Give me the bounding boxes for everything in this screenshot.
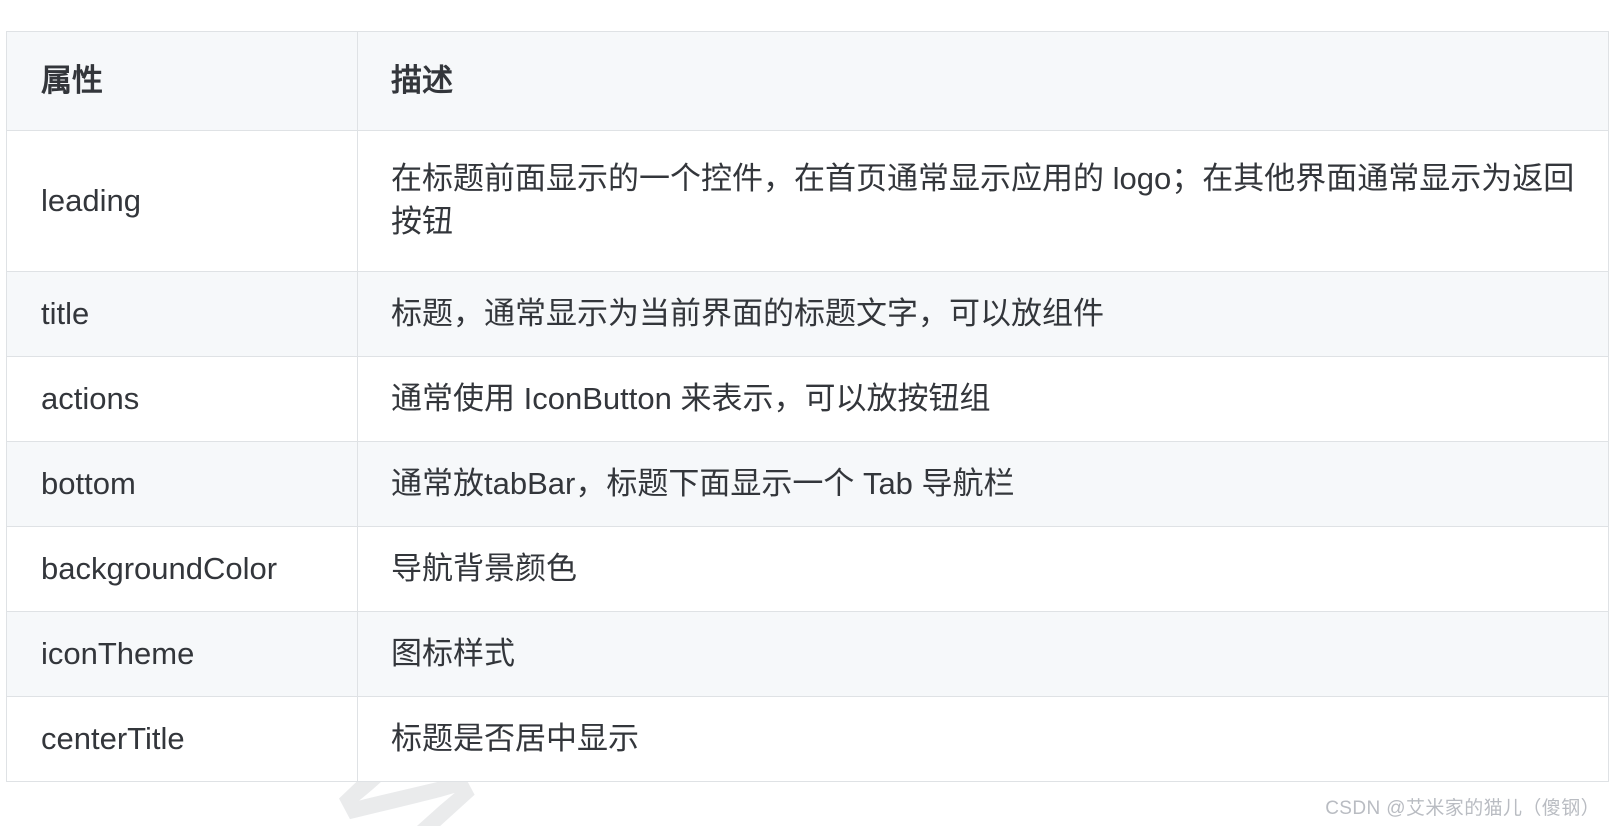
cell-description: 通常使用 IconButton 来表示，可以放按钮组 <box>357 356 1609 442</box>
cell-description: 导航背景颜色 <box>357 526 1609 612</box>
table-header: 属性 描述 <box>6 31 1609 131</box>
cell-attribute: title <box>6 271 358 357</box>
cell-attribute: centerTitle <box>6 696 358 782</box>
table-row: actions 通常使用 IconButton 来表示，可以放按钮组 <box>6 356 1609 442</box>
cell-description: 标题是否居中显示 <box>357 696 1609 782</box>
table-row: backgroundColor 导航背景颜色 <box>6 526 1609 612</box>
cell-description: 图标样式 <box>357 611 1609 697</box>
table-row: iconTheme 图标样式 <box>6 611 1609 697</box>
table-body: leading 在标题前面显示的一个控件，在首页通常显示应用的 logo；在其他… <box>6 130 1609 782</box>
cell-attribute: actions <box>6 356 358 442</box>
property-table: 属性 描述 leading 在标题前面显示的一个控件，在首页通常显示应用的 lo… <box>6 31 1609 782</box>
table-row: leading 在标题前面显示的一个控件，在首页通常显示应用的 logo；在其他… <box>6 130 1609 272</box>
property-table-container: 属性 描述 leading 在标题前面显示的一个控件，在首页通常显示应用的 lo… <box>6 31 1609 782</box>
table-row: centerTitle 标题是否居中显示 <box>6 696 1609 782</box>
cell-description: 在标题前面显示的一个控件，在首页通常显示应用的 logo；在其他界面通常显示为返… <box>357 130 1609 272</box>
cell-description: 通常放tabBar，标题下面显示一个 Tab 导航栏 <box>357 441 1609 527</box>
csdn-attribution-watermark: CSDN @艾米家的猫儿（傻钢） <box>1325 798 1600 819</box>
column-header-attribute: 属性 <box>6 31 358 131</box>
cell-attribute: iconTheme <box>6 611 358 697</box>
cell-attribute: leading <box>6 130 358 272</box>
column-header-description: 描述 <box>357 31 1609 131</box>
table-row: title 标题，通常显示为当前界面的标题文字，可以放组件 <box>6 271 1609 357</box>
cell-description: 标题，通常显示为当前界面的标题文字，可以放组件 <box>357 271 1609 357</box>
cell-attribute: bottom <box>6 441 358 527</box>
table-row: bottom 通常放tabBar，标题下面显示一个 Tab 导航栏 <box>6 441 1609 527</box>
cell-attribute: backgroundColor <box>6 526 358 612</box>
table-header-row: 属性 描述 <box>6 31 1609 131</box>
